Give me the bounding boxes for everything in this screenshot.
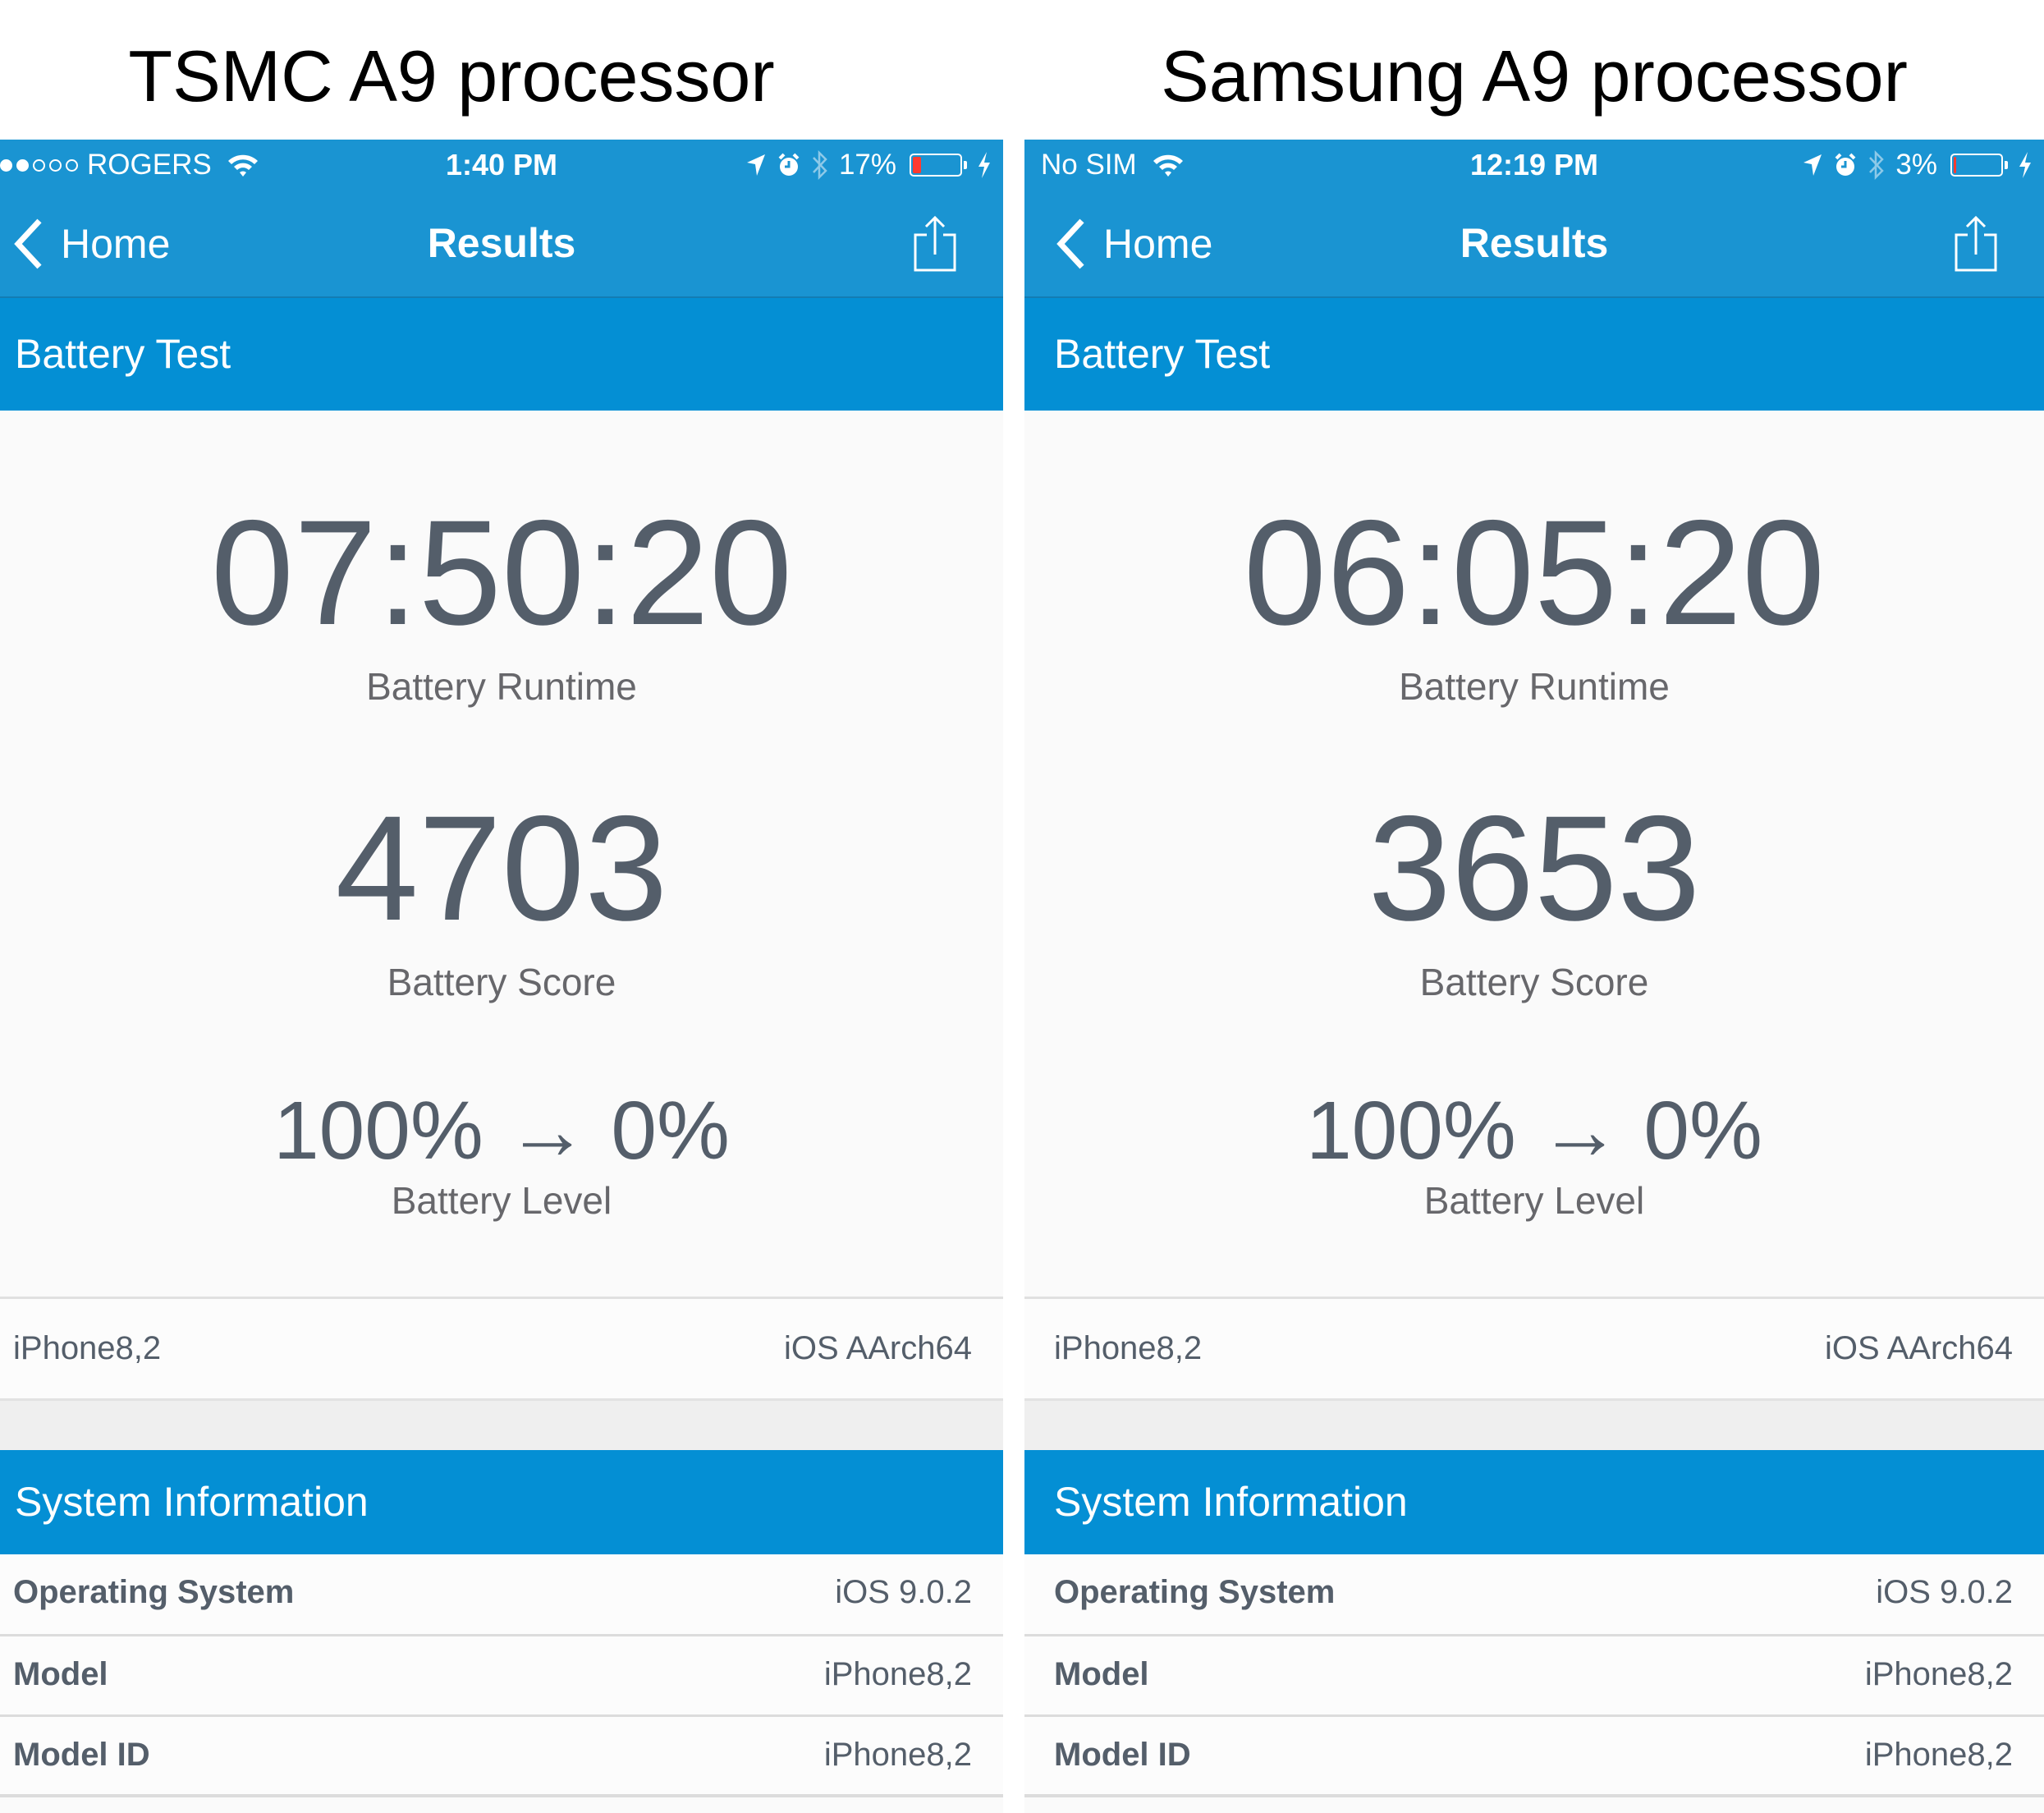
runtime-label: Battery Runtime — [366, 665, 637, 708]
info-label: Model ID — [1054, 1737, 1191, 1773]
battery-icon — [1950, 154, 2003, 177]
navigation-header: No SIM 12:19 PM 3% Home Results — [1024, 140, 2044, 298]
runtime-value: 06:05:20 — [1243, 489, 1826, 656]
score-label: Battery Score — [1419, 961, 1649, 1003]
device-platform: iOS AArch64 — [1824, 1330, 2013, 1366]
section-header-battery-test: Battery Test — [0, 298, 1003, 411]
level-label: Battery Level — [391, 1179, 612, 1222]
divider — [0, 1794, 1003, 1797]
page-title: Results — [1460, 220, 1609, 266]
device-model: iPhone8,2 — [13, 1330, 162, 1366]
level-label: Battery Level — [1423, 1179, 1645, 1222]
runtime-label: Battery Runtime — [1399, 665, 1670, 708]
info-value: iPhone8,2 — [823, 1656, 972, 1692]
section-spacer — [0, 1398, 1003, 1450]
battery-icon — [910, 154, 962, 177]
info-row-model: Model iPhone8,2 — [0, 1634, 1003, 1714]
battery-nub — [964, 161, 967, 169]
caption-tsmc: TSMC A9 processor — [128, 35, 775, 117]
location-arrow-icon — [746, 154, 765, 176]
info-label: Model ID — [13, 1737, 150, 1773]
caption-samsung: Samsung A9 processor — [1161, 35, 1908, 117]
nav-bar: Home Results — [0, 190, 1003, 296]
info-label: Model — [1054, 1656, 1149, 1692]
alarm-clock-icon — [778, 153, 800, 176]
level-value: 100% → 0% — [273, 1085, 730, 1177]
info-value: iPhone8,2 — [1864, 1737, 2013, 1773]
charging-bolt-icon — [978, 152, 990, 178]
battery-percent: 17% — [838, 149, 896, 181]
location-arrow-icon — [1803, 154, 1822, 176]
score-value: 3653 — [1368, 784, 1701, 952]
panel-gutter — [1003, 123, 1024, 1813]
status-bar: No SIM 12:19 PM 3% — [1024, 140, 2044, 190]
alarm-clock-icon — [1835, 153, 1856, 176]
info-value: iOS 9.0.2 — [835, 1574, 972, 1610]
section-header-system-information: System Information — [1024, 1450, 2044, 1554]
section-spacer — [1024, 1398, 2044, 1450]
status-bar: ROGERS 1:40 PM 17% — [0, 140, 1003, 190]
charging-bolt-icon — [2019, 152, 2031, 178]
nav-bar: Home Results — [1024, 190, 2044, 296]
divider — [1024, 1794, 2044, 1797]
share-icon[interactable] — [913, 215, 957, 273]
section-title: Battery Test — [15, 331, 231, 377]
score-label: Battery Score — [387, 961, 616, 1003]
info-row-model-id: Model ID iPhone8,2 — [0, 1714, 1003, 1794]
section-title: System Information — [1054, 1479, 1408, 1525]
info-value: iPhone8,2 — [823, 1737, 972, 1773]
info-value: iOS 9.0.2 — [1876, 1574, 2013, 1610]
device-model: iPhone8,2 — [1054, 1330, 1203, 1366]
device-platform: iOS AArch64 — [783, 1330, 972, 1366]
info-row-model-id: Model ID iPhone8,2 — [1024, 1714, 2044, 1794]
section-header-battery-test: Battery Test — [1024, 298, 2044, 411]
share-icon[interactable] — [1954, 215, 1998, 273]
battery-fill — [913, 157, 921, 173]
score-value: 4703 — [335, 784, 668, 952]
battery-nub — [2005, 161, 2008, 169]
info-value: iPhone8,2 — [1864, 1656, 2013, 1692]
device-summary-row: iPhone8,2 iOS AArch64 — [1024, 1299, 2044, 1398]
info-row-model: Model iPhone8,2 — [1024, 1634, 2044, 1714]
info-row-operating-system: Operating System iOS 9.0.2 — [0, 1554, 1003, 1634]
battery-percent: 3% — [1895, 149, 1937, 181]
info-label: Model — [13, 1656, 108, 1692]
section-header-system-information: System Information — [0, 1450, 1003, 1554]
page-title: Results — [427, 220, 576, 266]
section-title: Battery Test — [1054, 331, 1271, 377]
battery-fill — [1954, 157, 1956, 173]
runtime-value: 07:50:20 — [210, 489, 793, 656]
section-title: System Information — [15, 1479, 369, 1525]
info-label: Operating System — [13, 1574, 295, 1610]
level-value: 100% → 0% — [1306, 1085, 1762, 1177]
bluetooth-icon — [813, 149, 827, 181]
navigation-header: ROGERS 1:40 PM 17% Home Results — [0, 140, 1003, 298]
screenshot-samsung: No SIM 12:19 PM 3% Home Results Battery … — [1024, 140, 2044, 1813]
device-summary-row: iPhone8,2 iOS AArch64 — [0, 1299, 1003, 1398]
bluetooth-icon — [1869, 149, 1885, 181]
info-row-operating-system: Operating System iOS 9.0.2 — [1024, 1554, 2044, 1634]
info-label: Operating System — [1054, 1574, 1336, 1610]
screenshot-tsmc: ROGERS 1:40 PM 17% Home Results Battery … — [0, 140, 1003, 1813]
